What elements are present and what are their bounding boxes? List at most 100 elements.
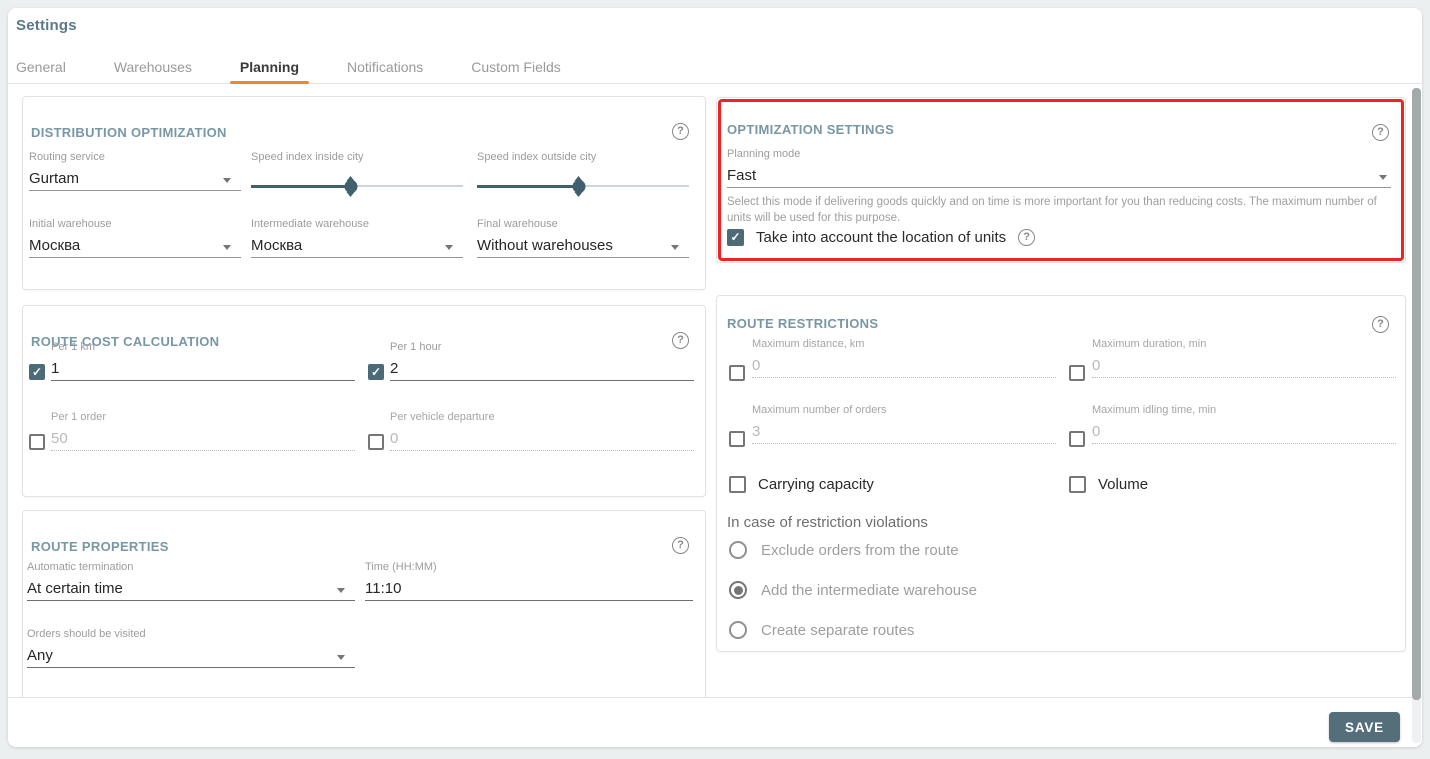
- routing-service-value[interactable]: Gurtam: [29, 170, 241, 191]
- field-label: Speed index outside city: [477, 151, 689, 164]
- initial-warehouse-value[interactable]: Москва: [29, 237, 241, 258]
- radio-create-separate-routes[interactable]: Create separate routes: [729, 621, 914, 639]
- routing-service-select: Routing service Gurtam: [29, 151, 241, 191]
- radio-label: Exclude orders from the route: [761, 542, 959, 559]
- speed-outside-field: Speed index outside city: [477, 151, 689, 164]
- max-idling-input[interactable]: 0: [1092, 423, 1396, 444]
- settings-content: DISTRIBUTION OPTIMIZATION ? Routing serv…: [8, 84, 1410, 697]
- volume-checkbox[interactable]: [1069, 476, 1086, 493]
- field-label: Orders should be visited: [27, 628, 355, 641]
- intermediate-warehouse-value[interactable]: Москва: [251, 237, 463, 258]
- tab-planning[interactable]: Planning: [240, 52, 299, 84]
- checkbox-label: Take into account the location of units: [756, 229, 1006, 246]
- per-km-checkbox[interactable]: ✓: [29, 364, 45, 380]
- card-optimization-settings: OPTIMIZATION SETTINGS ? Planning mode Fa…: [716, 97, 1406, 263]
- per-order-input[interactable]: 50: [51, 430, 355, 451]
- chevron-down-icon: [337, 588, 345, 593]
- settings-page: Settings General Warehouses Planning Not…: [0, 0, 1430, 759]
- field-label: Time (HH:MM): [365, 561, 693, 574]
- card-title: ROUTE PROPERTIES: [31, 539, 169, 554]
- speed-inside-slider[interactable]: [251, 179, 463, 193]
- volume-row: Volume: [1069, 476, 1148, 493]
- orders-visited-value[interactable]: Any: [27, 647, 355, 668]
- per-km-field: ✓ Per 1 km 1: [51, 341, 355, 381]
- help-icon[interactable]: ?: [1372, 124, 1389, 141]
- per-hour-input[interactable]: 2: [390, 360, 694, 381]
- card-title: OPTIMIZATION SETTINGS: [727, 122, 894, 137]
- scrollbar-thumb[interactable]: [1412, 88, 1421, 700]
- max-orders-input[interactable]: 3: [752, 423, 1056, 444]
- radio-icon[interactable]: [729, 541, 747, 559]
- field-label: Final warehouse: [477, 218, 689, 231]
- tab-bar: General Warehouses Planning Notification…: [8, 52, 1422, 84]
- max-distance-field: Maximum distance, km 0: [752, 338, 1056, 378]
- max-duration-checkbox[interactable]: [1069, 365, 1085, 381]
- tab-custom-fields[interactable]: Custom Fields: [471, 52, 560, 84]
- planning-mode-description: Select this mode if delivering goods qui…: [727, 195, 1393, 227]
- field-label: Per 1 order: [51, 411, 355, 424]
- help-icon[interactable]: ?: [672, 123, 689, 140]
- final-warehouse-select: Final warehouse Without warehouses: [477, 218, 689, 258]
- field-label: Intermediate warehouse: [251, 218, 463, 231]
- intermediate-warehouse-select: Intermediate warehouse Москва: [251, 218, 463, 258]
- planning-mode-select: Planning mode Fast: [727, 148, 1391, 188]
- per-departure-input[interactable]: 0: [390, 430, 694, 451]
- max-orders-checkbox[interactable]: [729, 431, 745, 447]
- radio-add-intermediate-warehouse[interactable]: Add the intermediate warehouse: [729, 581, 977, 599]
- per-order-checkbox[interactable]: [29, 434, 45, 450]
- settings-panel: Settings General Warehouses Planning Not…: [8, 8, 1422, 747]
- max-duration-field: Maximum duration, min 0: [1092, 338, 1396, 378]
- per-hour-field: ✓ Per 1 hour 2: [390, 341, 694, 381]
- slider-fill: [251, 185, 351, 188]
- location-of-units-checkbox[interactable]: ✓: [727, 229, 744, 246]
- max-idling-checkbox[interactable]: [1069, 431, 1085, 447]
- field-label: Maximum distance, km: [752, 338, 1056, 351]
- per-hour-checkbox[interactable]: ✓: [368, 364, 384, 380]
- help-icon[interactable]: ?: [1372, 316, 1389, 333]
- max-distance-input[interactable]: 0: [752, 357, 1056, 378]
- automatic-termination-select: Automatic termination At certain time: [27, 561, 355, 601]
- field-label: Planning mode: [727, 148, 1391, 161]
- final-warehouse-value[interactable]: Without warehouses: [477, 237, 689, 258]
- card-route-restrictions: ROUTE RESTRICTIONS ? Maximum distance, k…: [716, 295, 1406, 652]
- help-icon[interactable]: ?: [672, 537, 689, 554]
- time-input[interactable]: 11:10: [365, 580, 693, 601]
- radio-label: Create separate routes: [761, 622, 914, 639]
- save-button[interactable]: SAVE: [1329, 712, 1400, 742]
- per-km-input[interactable]: 1: [51, 360, 355, 381]
- chevron-down-icon: [223, 245, 231, 250]
- tab-general[interactable]: General: [16, 52, 66, 84]
- slider-thumb[interactable]: [344, 180, 357, 193]
- help-icon[interactable]: ?: [1018, 229, 1035, 246]
- tab-warehouses[interactable]: Warehouses: [114, 52, 192, 84]
- card-title: DISTRIBUTION OPTIMIZATION: [31, 125, 227, 140]
- radio-icon[interactable]: [729, 581, 747, 599]
- field-label: Initial warehouse: [29, 218, 241, 231]
- violations-group-label: In case of restriction violations: [727, 514, 928, 531]
- field-label: Per vehicle departure: [390, 411, 694, 424]
- max-idling-field: Maximum idling time, min 0: [1092, 404, 1396, 444]
- automatic-termination-value[interactable]: At certain time: [27, 580, 355, 601]
- max-duration-input[interactable]: 0: [1092, 357, 1396, 378]
- checkbox-label: Carrying capacity: [758, 476, 874, 493]
- per-departure-field: Per vehicle departure 0: [390, 411, 694, 451]
- speed-outside-slider[interactable]: [477, 179, 689, 193]
- field-label: Routing service: [29, 151, 241, 164]
- radio-exclude-orders[interactable]: Exclude orders from the route: [729, 541, 959, 559]
- slider-thumb[interactable]: [572, 180, 585, 193]
- carrying-capacity-checkbox[interactable]: [729, 476, 746, 493]
- planning-mode-value[interactable]: Fast: [727, 167, 1391, 188]
- per-departure-checkbox[interactable]: [368, 434, 384, 450]
- orders-visited-select: Orders should be visited Any: [27, 628, 355, 668]
- location-of-units-row: ✓ Take into account the location of unit…: [727, 229, 1035, 246]
- radio-icon[interactable]: [729, 621, 747, 639]
- max-distance-checkbox[interactable]: [729, 365, 745, 381]
- field-label: Per 1 km: [51, 341, 355, 354]
- per-order-field: Per 1 order 50: [51, 411, 355, 451]
- tab-notifications[interactable]: Notifications: [347, 52, 423, 84]
- field-label: Per 1 hour: [390, 341, 694, 354]
- initial-warehouse-select: Initial warehouse Москва: [29, 218, 241, 258]
- card-route-cost-calculation: ROUTE COST CALCULATION ? ✓ Per 1 km 1 ✓ …: [22, 305, 706, 497]
- footer-bar: SAVE: [8, 697, 1422, 747]
- speed-inside-field: Speed index inside city: [251, 151, 463, 164]
